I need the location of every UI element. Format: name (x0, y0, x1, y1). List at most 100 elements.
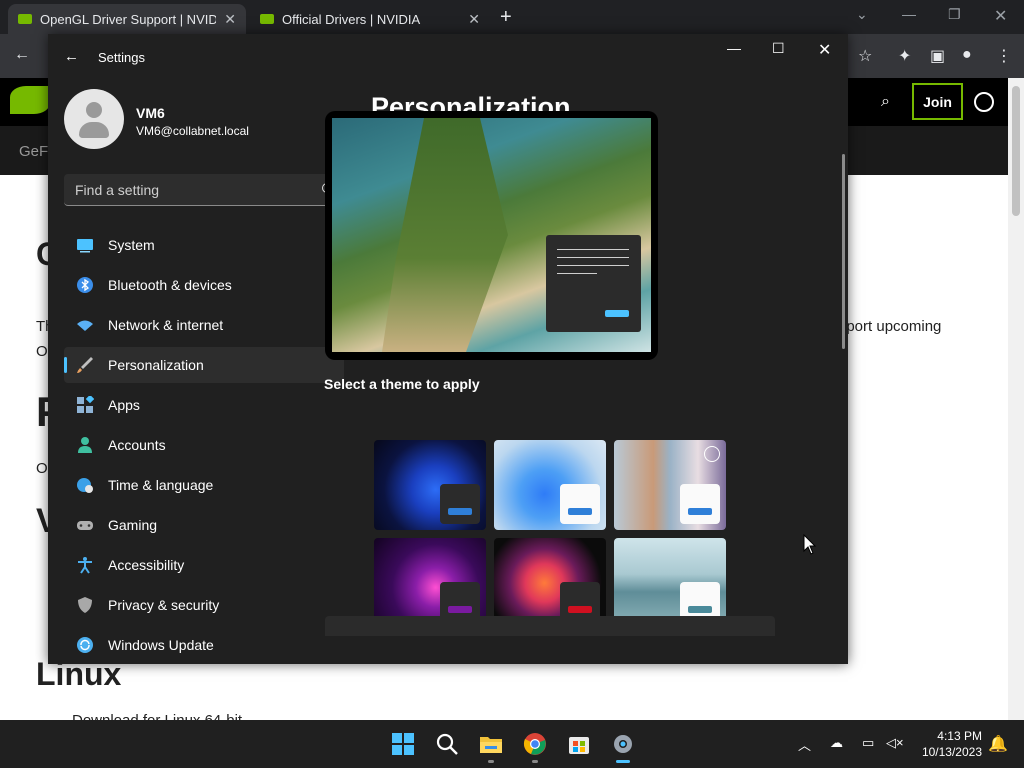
network-monitor-icon[interactable]: ▭ (862, 735, 874, 751)
nav-item-accessibility[interactable]: Accessibility (64, 547, 344, 583)
notification-bell-icon[interactable]: 🔔 (988, 734, 1008, 754)
nav-label: Accounts (108, 437, 166, 453)
themes-section-label: Select a theme to apply (324, 376, 480, 392)
brush-icon (77, 357, 93, 373)
mouse-pointer-icon (803, 534, 817, 555)
side-panel-icon[interactable]: ▣ (930, 46, 945, 66)
maximize-icon[interactable]: ☐ (772, 40, 785, 57)
search-placeholder: Find a setting (75, 182, 160, 198)
shield-icon (78, 597, 92, 613)
nav-label: Bluetooth & devices (108, 277, 232, 293)
nav-item-accounts[interactable]: Accounts (64, 427, 344, 463)
preview-window-mock (546, 235, 641, 332)
theme-accent-bar (568, 508, 592, 515)
browser-tab-drivers[interactable]: Official Drivers | NVIDIA ✕ (250, 4, 490, 34)
account-icon (78, 437, 92, 453)
preview-line (557, 273, 597, 274)
back-arrow-icon[interactable]: ← (64, 48, 79, 65)
avatar[interactable] (64, 89, 124, 149)
avatar-head (86, 102, 102, 118)
subnav-geforce-link[interactable]: GeF (19, 143, 48, 160)
extensions-icon[interactable]: ✦ (898, 46, 911, 66)
nav-item-network[interactable]: Network & internet (64, 307, 344, 343)
nav-label: Privacy & security (108, 597, 220, 613)
nav-label: System (108, 237, 155, 253)
settings-icon[interactable] (611, 732, 635, 756)
nav-label: Accessibility (108, 557, 185, 573)
preview-button (605, 310, 629, 317)
browser-tab-opengl[interactable]: OpenGL Driver Support | NVIDIA ✕ (8, 4, 246, 34)
store-icon[interactable] (567, 732, 591, 756)
theme-glow[interactable] (374, 538, 486, 628)
theme-mini-window (560, 484, 600, 524)
nav-label: Gaming (108, 517, 158, 533)
running-indicator (488, 760, 494, 763)
join-button[interactable]: Join (912, 83, 963, 120)
search-input[interactable]: Find a setting (64, 174, 344, 206)
volume-muted-icon[interactable]: ◁× (886, 735, 904, 751)
bookmark-star-icon[interactable]: ☆ (858, 46, 872, 66)
nav-item-windows-update[interactable]: Windows Update (64, 627, 344, 663)
minimize-icon[interactable]: — (727, 40, 741, 56)
onedrive-cloud-icon[interactable]: ☁ (830, 735, 843, 751)
tab-close-icon[interactable]: ✕ (468, 11, 480, 28)
nav-item-privacy[interactable]: Privacy & security (64, 587, 344, 623)
preview-line (557, 265, 629, 266)
user-name: VM6 (136, 105, 165, 121)
nav-label: Windows Update (108, 637, 214, 653)
chrome-icon[interactable] (523, 732, 547, 756)
nvidia-favicon-icon (260, 14, 274, 24)
show-hidden-icons-chevron-icon[interactable]: ︿ (798, 735, 811, 754)
close-icon[interactable]: ✕ (994, 6, 1007, 26)
settings-scrollbar[interactable] (842, 154, 845, 349)
nvidia-logo-icon[interactable] (10, 86, 50, 114)
nav-label: Time & language (108, 477, 214, 493)
linux-download-link[interactable]: Download for Linux 64-bit (72, 712, 242, 720)
profile-icon[interactable]: ● (962, 46, 972, 64)
scrollbar-thumb[interactable] (1012, 86, 1020, 216)
bluetooth-icon (77, 277, 93, 293)
clock-time: 4:13 PM (937, 729, 982, 743)
back-arrow-icon[interactable]: ← (14, 46, 30, 64)
preview-line (557, 249, 629, 250)
theme-windows-light[interactable] (494, 440, 606, 530)
nav-item-bluetooth[interactable]: Bluetooth & devices (64, 267, 344, 303)
search-icon[interactable] (435, 732, 459, 756)
theme-mini-window (680, 484, 720, 524)
nav-item-system[interactable]: System (64, 227, 344, 263)
start-icon[interactable] (391, 732, 415, 756)
nav-item-time-language[interactable]: Time & language (64, 467, 344, 503)
close-icon[interactable]: ✕ (818, 40, 831, 60)
nav-item-apps[interactable]: Apps (64, 387, 344, 423)
tab-title: Official Drivers | NVIDIA (282, 11, 421, 27)
minimize-icon[interactable]: — (902, 6, 916, 22)
tab-close-icon[interactable]: ✕ (224, 11, 236, 28)
settings-card-partial[interactable] (325, 616, 775, 636)
tab-search-chevron-icon[interactable]: ⌄ (856, 6, 868, 23)
settings-app-title: Settings (98, 50, 145, 65)
account-icon[interactable] (974, 92, 994, 112)
search-icon[interactable]: ⌕ (881, 93, 890, 111)
theme-windows-dark[interactable] (374, 440, 486, 530)
nav-label: Network & internet (108, 317, 224, 333)
file-explorer-icon[interactable] (479, 732, 503, 756)
page-paragraph-right: pport upcoming (838, 318, 942, 335)
gamepad-icon (77, 521, 93, 530)
taskbar-clock[interactable]: 4:13 PM 10/13/2023 (908, 728, 982, 760)
apps-icon (77, 396, 94, 413)
menu-kebab-icon[interactable]: ⋮ (996, 46, 1012, 66)
globe-clock-icon (77, 478, 93, 493)
settings-nav: System Bluetooth & devices Network & int… (64, 227, 344, 664)
wallpaper-cliff (382, 118, 508, 352)
theme-glow-captured[interactable] (614, 440, 726, 530)
nav-item-gaming[interactable]: Gaming (64, 507, 344, 543)
nav-item-personalization[interactable]: Personalization (64, 347, 344, 383)
new-tab-button[interactable]: + (500, 6, 512, 29)
page-paragraph: O (36, 343, 48, 360)
theme-flow[interactable] (614, 538, 726, 628)
theme-captured-motion[interactable] (494, 538, 606, 628)
user-email: VM6@collabnet.local (136, 124, 249, 138)
restore-icon[interactable]: ❐ (948, 6, 961, 23)
page-scrollbar[interactable] (1008, 78, 1024, 720)
theme-accent-bar (448, 508, 472, 515)
